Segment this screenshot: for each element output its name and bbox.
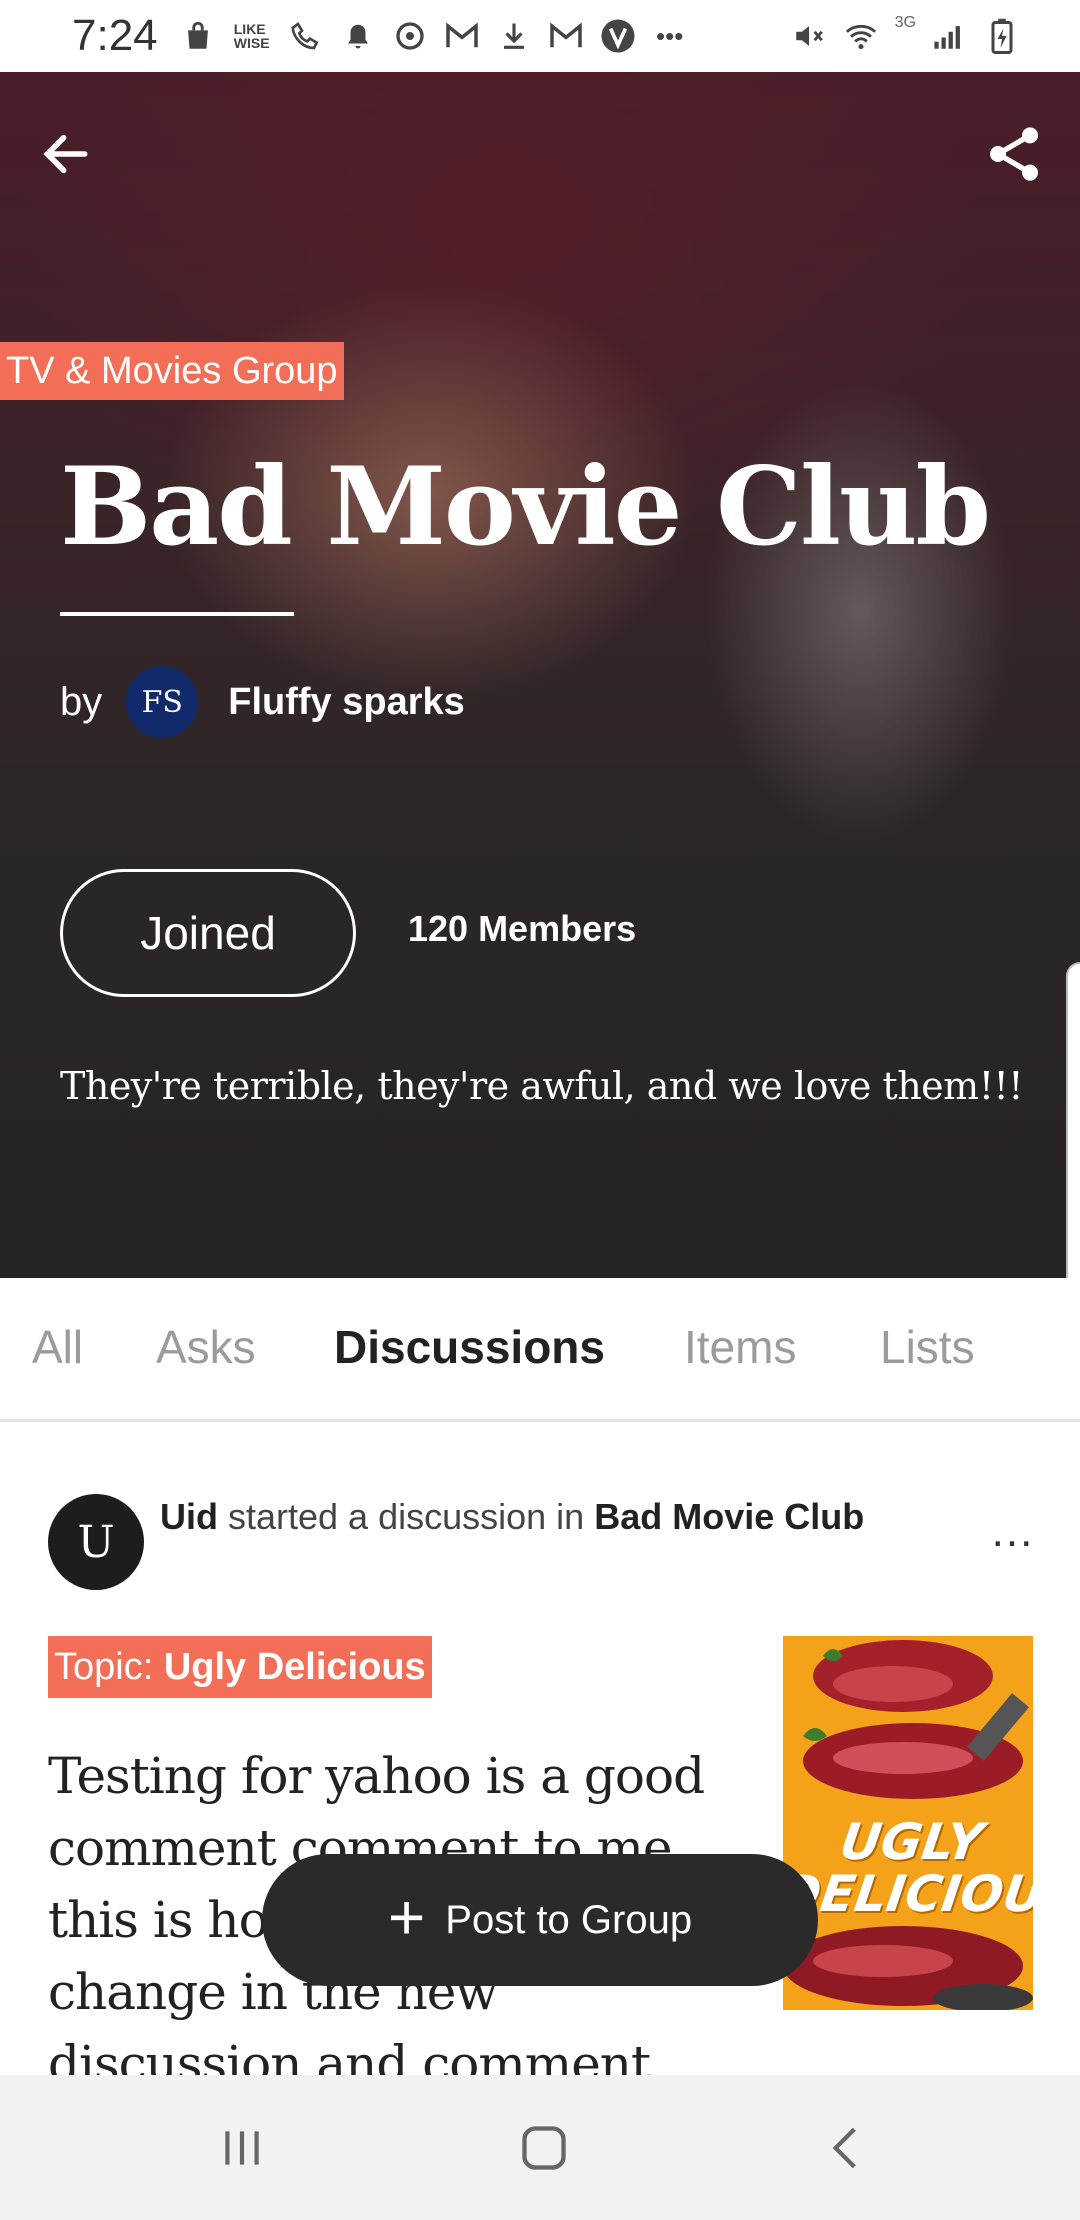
shopping-bag-icon <box>180 18 216 54</box>
topic-tag[interactable]: Topic: Ugly Delicious <box>48 1636 432 1698</box>
post-header: U Uid started a discussion in Bad Movie … <box>48 1494 1048 1590</box>
status-system-icons: 3G <box>791 0 1020 72</box>
post-more-button[interactable]: ... <box>978 1510 1048 1572</box>
status-time: 7:24 <box>72 11 158 60</box>
mute-icon <box>791 18 827 54</box>
status-bar: 7:24 LIKE WISE ••• 3G <box>0 0 1080 72</box>
gmail-icon <box>548 18 584 54</box>
battery-icon <box>984 18 1020 54</box>
signal-icon <box>932 18 968 54</box>
post-group-link[interactable]: Bad Movie Club <box>594 1496 864 1537</box>
topic-prefix: Topic: <box>54 1646 164 1688</box>
status-notification-icons: LIKE WISE ••• <box>180 18 688 54</box>
tab-all[interactable]: All <box>32 1320 83 1374</box>
more-options-icon: ... <box>991 1507 1035 1556</box>
group-hero: TV & Movies Group Bad Movie Club by FS F… <box>0 72 1080 1278</box>
likewise-icon: LIKE WISE <box>233 21 270 51</box>
author-name[interactable]: Uid <box>160 1496 218 1537</box>
group-title: Bad Movie Club <box>60 444 991 570</box>
back-chevron-icon <box>832 2127 856 2169</box>
post-to-group-button[interactable]: + Post to Group <box>262 1854 818 1986</box>
group-description: They're terrible, they're awful, and we … <box>60 1064 1024 1108</box>
post-thumbnail[interactable]: UGLY DELICIOUS <box>783 1636 1033 2010</box>
joined-button[interactable]: Joined <box>60 869 356 997</box>
back-button[interactable] <box>24 112 108 196</box>
check-badge-icon <box>600 18 636 54</box>
recent-apps-icon <box>225 2131 259 2165</box>
wifi-call-icon <box>288 18 324 54</box>
tab-asks[interactable]: Asks <box>156 1320 256 1374</box>
author-avatar[interactable]: U <box>48 1494 144 1590</box>
home-button[interactable] <box>504 2115 584 2181</box>
tab-items[interactable]: Items <box>684 1320 796 1374</box>
more-icon: ••• <box>655 20 684 51</box>
download-icon <box>496 18 532 54</box>
bell-icon <box>340 18 376 54</box>
group-byline: by FS Fluffy sparks <box>60 664 465 740</box>
title-divider <box>60 612 294 616</box>
back-arrow-icon <box>43 134 88 174</box>
member-count[interactable]: 120 Members <box>408 908 636 950</box>
back-nav-button[interactable] <box>806 2115 886 2181</box>
wifi-icon <box>843 18 879 54</box>
owner-avatar[interactable]: FS <box>126 666 199 738</box>
post-action-text: started a discussion in <box>218 1496 595 1537</box>
post-to-group-label: Post to Group <box>445 1897 693 1942</box>
network-type-label: 3G <box>894 14 916 31</box>
recent-apps-button[interactable] <box>202 2115 282 2181</box>
plus-icon: + <box>387 1881 426 1953</box>
gmail-icon <box>444 18 480 54</box>
by-label: by <box>60 679 103 724</box>
system-navigation-bar <box>0 2075 1080 2220</box>
tab-discussions[interactable]: Discussions <box>334 1320 605 1374</box>
share-icon <box>990 127 1038 181</box>
content-tabs: All Asks Discussions Items Lists <box>0 1278 1080 1422</box>
sync-icon <box>392 18 428 54</box>
tab-lists[interactable]: Lists <box>880 1320 975 1374</box>
post-meta: Uid started a discussion in Bad Movie Cl… <box>160 1494 920 1540</box>
home-icon <box>522 2126 566 2170</box>
topic-name: Ugly Delicious <box>163 1646 426 1688</box>
group-category-badge: TV & Movies Group <box>0 342 344 400</box>
thumbnail-title: UGLY DELICIOUS <box>783 1813 1033 1923</box>
owner-name[interactable]: Fluffy sparks <box>228 681 465 724</box>
share-button[interactable] <box>972 112 1056 196</box>
